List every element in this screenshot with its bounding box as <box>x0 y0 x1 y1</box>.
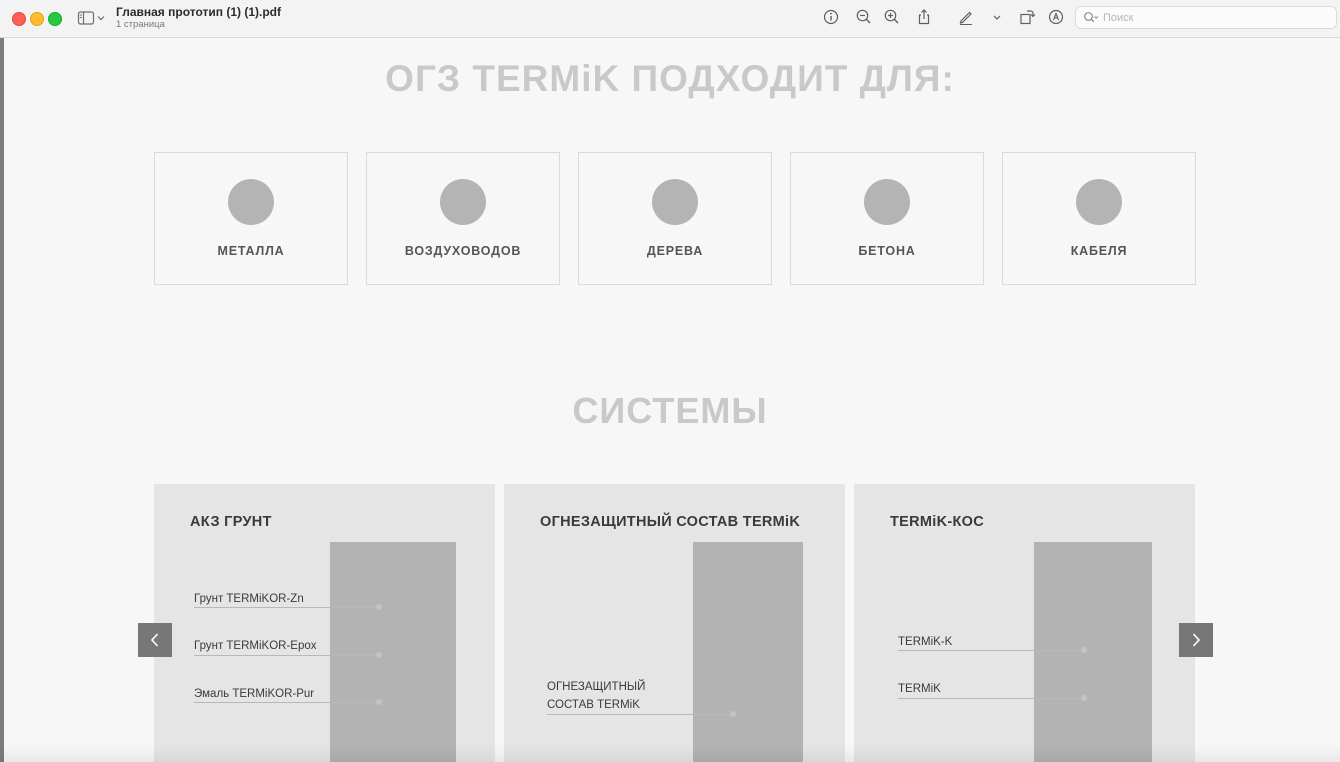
callout-leader-line <box>194 702 380 703</box>
markup-options-button[interactable] <box>988 8 1006 26</box>
callout-marker <box>376 652 382 658</box>
zoom-in-button[interactable] <box>883 8 901 26</box>
share-icon <box>918 9 930 25</box>
callout-leader-line <box>898 650 1084 651</box>
chevron-left-icon <box>150 633 159 647</box>
systems-heading: СИСТЕМЫ <box>572 390 768 431</box>
layer-callout-label: ОГНЕЗАЩИТНЫЙ <box>547 681 646 693</box>
document-title: Главная прототип (1) (1).pdf <box>116 5 281 19</box>
system-image-placeholder <box>693 542 803 762</box>
search-input[interactable] <box>1103 9 1323 26</box>
chevron-down-icon <box>993 15 1001 20</box>
search-field[interactable] <box>1075 6 1337 29</box>
search-icon <box>1084 12 1099 23</box>
chevron-right-icon <box>1192 633 1201 647</box>
carousel-next-button[interactable] <box>1179 623 1213 657</box>
callout-marker <box>1081 695 1087 701</box>
zoom-out-icon <box>856 9 871 24</box>
callout-marker <box>1081 647 1087 653</box>
callout-marker <box>730 711 736 717</box>
rotate-icon <box>1020 10 1036 25</box>
window-toolbar: Главная прототип (1) (1).pdf 1 страница <box>0 0 1340 38</box>
markup-pen-icon <box>959 11 972 25</box>
layer-callout-label: TERMiK <box>898 683 941 695</box>
application-label: ДЕРЕВА <box>646 244 704 258</box>
application-card-concrete[interactable]: БЕТОНА <box>790 152 984 285</box>
application-image-placeholder <box>1076 179 1122 225</box>
info-icon <box>823 9 839 25</box>
system-card-akz-primer[interactable]: АКЗ ГРУНТ Грунт TERMiKOR-Zn Грунт TERMiK… <box>154 484 495 762</box>
system-image-placeholder <box>1034 542 1152 762</box>
application-label: ВОЗДУХОВОДОВ <box>404 244 522 258</box>
callout-leader-line <box>194 655 380 656</box>
rotate-button[interactable] <box>1018 8 1036 26</box>
callout-marker <box>376 604 382 610</box>
close-window-button[interactable] <box>12 12 26 26</box>
layer-callout-label: Грунт TERMiKOR-Zn <box>194 593 304 605</box>
zoom-out-button[interactable] <box>855 8 873 26</box>
callout-leader-line <box>547 714 733 715</box>
layer-callout-label: Грунт TERMiKOR-Epox <box>194 640 317 652</box>
application-image-placeholder <box>864 179 910 225</box>
info-button[interactable] <box>822 8 840 26</box>
carousel-prev-button[interactable] <box>138 623 172 657</box>
layer-callout-label: TERMiK-K <box>898 636 953 648</box>
callout-leader-line <box>194 607 380 608</box>
system-card-title: ОГНЕЗАЩИТНЫЙ СОСТАВ TERMiK <box>540 514 801 530</box>
callout-leader-line <box>898 698 1084 699</box>
system-card-fire-protection[interactable]: ОГНЕЗАЩИТНЫЙ СОСТАВ TERMiK ОГНЕЗАЩИТНЫЙ … <box>504 484 845 762</box>
minimize-window-button[interactable] <box>30 12 44 26</box>
callout-marker <box>376 699 382 705</box>
applications-heading: ОГЗ TERMiK ПОДХОДИТ ДЛЯ: <box>385 58 955 99</box>
markup-button[interactable] <box>957 8 975 26</box>
sidebar-toggle-button[interactable] <box>77 10 107 26</box>
system-card-title: TERMiK-КОС <box>890 514 985 530</box>
application-image-placeholder <box>228 179 274 225</box>
application-card-ducts[interactable]: ВОЗДУХОВОДОВ <box>366 152 560 285</box>
application-label: БЕТОНА <box>858 244 916 258</box>
application-image-placeholder <box>652 179 698 225</box>
document-page-count: 1 страница <box>116 19 165 30</box>
application-card-cable[interactable]: КАБЕЛЯ <box>1002 152 1196 285</box>
layer-callout-label: СОСТАВ TERMiK <box>547 699 640 711</box>
application-image-placeholder <box>440 179 486 225</box>
application-label: МЕТАЛЛА <box>217 244 285 258</box>
share-button[interactable] <box>915 8 933 26</box>
application-card-wood[interactable]: ДЕРЕВА <box>578 152 772 285</box>
annotate-icon <box>1048 9 1064 25</box>
application-label: КАБЕЛЯ <box>1070 244 1128 258</box>
maximize-window-button[interactable] <box>48 12 62 26</box>
system-card-termik-kos[interactable]: TERMiK-КОС TERMiK-K TERMiK <box>854 484 1195 762</box>
system-image-placeholder <box>330 542 456 762</box>
annotate-button[interactable] <box>1047 8 1065 26</box>
application-card-metal[interactable]: МЕТАЛЛА <box>154 152 348 285</box>
sidebar-icon <box>77 11 105 25</box>
zoom-in-icon <box>884 9 899 24</box>
layer-callout-label: Эмаль TERMiKOR-Pur <box>194 688 315 700</box>
system-card-title: АКЗ ГРУНТ <box>190 514 272 530</box>
